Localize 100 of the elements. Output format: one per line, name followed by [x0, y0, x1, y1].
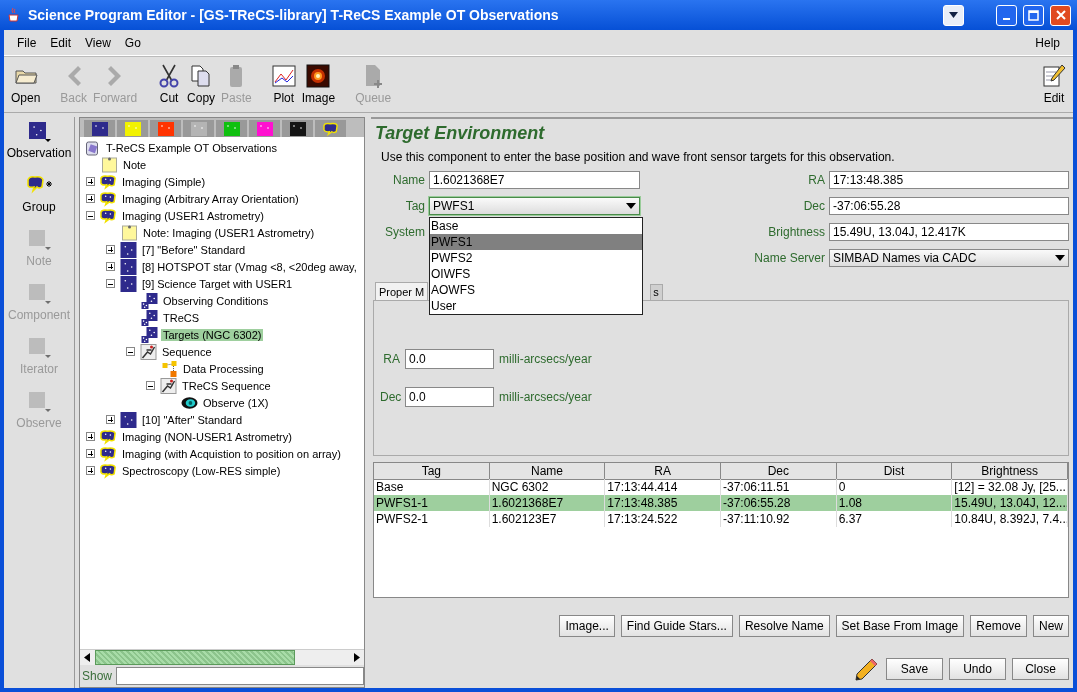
- tree-item[interactable]: Imaging (USER1 Astrometry): [120, 209, 266, 222]
- tree-item[interactable]: Observing Conditions: [161, 294, 271, 307]
- toolbar-button[interactable]: Copy: [184, 62, 219, 107]
- tree-item[interactable]: Note: [121, 158, 149, 171]
- show-field[interactable]: [116, 667, 364, 685]
- text-field[interactable]: -37:06:55.28: [829, 197, 1069, 215]
- action-button[interactable]: Set Base From Image: [835, 615, 965, 637]
- collapse-toggle[interactable]: [146, 381, 155, 390]
- minimize-icon: [1003, 18, 1010, 20]
- dropdown[interactable]: SIMBAD Names via CADC: [829, 249, 1069, 267]
- tree-item[interactable]: TReCS Sequence: [180, 379, 273, 392]
- menu-item[interactable]: Help: [1028, 33, 1067, 52]
- palette-tab[interactable]: [315, 120, 346, 137]
- expand-toggle[interactable]: [86, 177, 95, 186]
- expand-toggle[interactable]: [106, 262, 115, 271]
- close-button[interactable]: [1050, 4, 1071, 26]
- column-header[interactable]: Tag: [374, 463, 490, 480]
- action-button[interactable]: Undo: [949, 658, 1006, 680]
- column-header[interactable]: RA: [605, 463, 721, 480]
- toolbar-button[interactable]: Edit: [1039, 62, 1069, 107]
- description: Use this component to enter the base position and wave front sensor targets for this observation.: [381, 150, 896, 164]
- text-field[interactable]: 0.0: [405, 387, 494, 407]
- tree-item[interactable]: [7] "Before" Standard: [140, 243, 248, 256]
- menu-item[interactable]: View: [78, 33, 118, 52]
- star-square-icon: [120, 275, 137, 292]
- column-header[interactable]: Brightness: [952, 463, 1068, 480]
- tree-item[interactable]: Observe (1X): [201, 396, 271, 409]
- column-header[interactable]: Dec: [721, 463, 837, 480]
- table-cell: PWFS2-1: [374, 511, 490, 527]
- maximize-button[interactable]: [1023, 4, 1044, 26]
- expand-toggle[interactable]: [86, 194, 95, 203]
- expand-toggle[interactable]: [106, 415, 115, 424]
- text-field[interactable]: 17:13:48.385: [829, 171, 1069, 189]
- minimize-button[interactable]: [996, 4, 1017, 26]
- group-icon: [100, 445, 117, 462]
- dropdown-option[interactable]: AOWFS: [430, 282, 642, 298]
- panel-title: Target Environment: [375, 123, 546, 144]
- tree-item[interactable]: [8] HOTSPOT star (Vmag <8, <20deg away,: [140, 260, 359, 273]
- toolbar-button[interactable]: Image: [298, 62, 339, 107]
- tree-item[interactable]: T-ReCS Example OT Observations: [104, 141, 279, 154]
- dropdown[interactable]: PWFS1: [429, 197, 640, 215]
- tree-item[interactable]: Sequence: [160, 345, 214, 358]
- eye-icon: [181, 394, 198, 411]
- tree-item[interactable]: Data Processing: [181, 362, 266, 375]
- collapse-toggle[interactable]: [86, 211, 95, 220]
- expand-toggle[interactable]: [86, 466, 95, 475]
- caret-icon: [1055, 255, 1065, 261]
- column-header[interactable]: Dist: [836, 463, 953, 480]
- palette-button[interactable]: Observation: [6, 120, 72, 160]
- horizontal-scrollbar[interactable]: [80, 649, 364, 665]
- star-square-icon: [120, 411, 137, 428]
- action-button[interactable]: Close: [1012, 658, 1069, 680]
- table-cell: 1.602123E7: [489, 511, 606, 527]
- menu-item[interactable]: File: [10, 33, 44, 52]
- text-field[interactable]: 0.0: [405, 349, 494, 369]
- menu-item[interactable]: Edit: [43, 33, 79, 52]
- tree-item[interactable]: TReCS: [161, 311, 202, 324]
- expand-toggle[interactable]: [86, 432, 95, 441]
- column-header[interactable]: Name: [489, 463, 606, 480]
- field-label: Dec: [380, 390, 400, 404]
- dropdown-option[interactable]: OIWFS: [430, 266, 642, 282]
- action-button[interactable]: Remove: [970, 615, 1027, 637]
- palette-tab[interactable]: [282, 120, 313, 137]
- text-field[interactable]: 1.6021368E7: [429, 171, 640, 189]
- action-button[interactable]: Image...: [559, 615, 615, 637]
- tree-item[interactable]: [9] Science Target with USER1: [140, 277, 295, 290]
- dropdown-option[interactable]: PWFS1: [430, 234, 642, 250]
- table-cell: 17:13:24.522: [605, 511, 721, 527]
- expand-toggle[interactable]: [86, 449, 95, 458]
- tree-item[interactable]: Imaging (Arbitrary Array Orientation): [120, 192, 301, 205]
- toolbar-button[interactable]: Plot: [268, 62, 299, 107]
- menu-item[interactable]: Go: [117, 33, 148, 52]
- expand-toggle[interactable]: [106, 245, 115, 254]
- tree-item[interactable]: Targets (NGC 6302): [161, 328, 264, 341]
- collapse-toggle[interactable]: [126, 347, 135, 356]
- tree-item[interactable]: Note: Imaging (USER1 Astrometry): [141, 226, 317, 239]
- stick-figure-icon: [140, 343, 157, 360]
- dropdown-button[interactable]: [943, 4, 964, 26]
- tree-item[interactable]: Imaging (Simple): [120, 175, 208, 188]
- palette-button[interactable]: Group: [22, 174, 56, 214]
- table-cell: PWFS1-1: [374, 495, 490, 511]
- dropdown-option[interactable]: User: [430, 298, 642, 314]
- dropdown-option[interactable]: Base: [430, 218, 642, 234]
- tab[interactable]: Proper M: [375, 282, 429, 300]
- action-button[interactable]: Resolve Name: [738, 615, 830, 637]
- tree-item[interactable]: [10] "After" Standard: [140, 413, 245, 426]
- action-button[interactable]: Save: [886, 658, 943, 680]
- toolbar-button[interactable]: Open: [8, 62, 44, 107]
- text-field[interactable]: 15.49U, 13.04J, 12.417K: [829, 223, 1069, 241]
- tree-item[interactable]: Imaging (NON-USER1 Astrometry): [120, 430, 294, 443]
- table-cell: -37:06:55.28: [721, 495, 837, 511]
- action-button[interactable]: New: [1033, 615, 1069, 637]
- tree-item[interactable]: Imaging (with Acquistion to position on array): [120, 447, 343, 460]
- collapse-toggle[interactable]: [106, 279, 115, 288]
- action-button[interactable]: Find Guide Stars...: [620, 615, 733, 637]
- tab[interactable]: s: [650, 284, 663, 300]
- toolbar-button[interactable]: Cut: [154, 62, 185, 107]
- dropdown-option[interactable]: PWFS2: [430, 250, 642, 266]
- tree-item[interactable]: Spectroscopy (Low-RES simple): [120, 464, 283, 477]
- palette-tab[interactable]: [84, 120, 115, 137]
